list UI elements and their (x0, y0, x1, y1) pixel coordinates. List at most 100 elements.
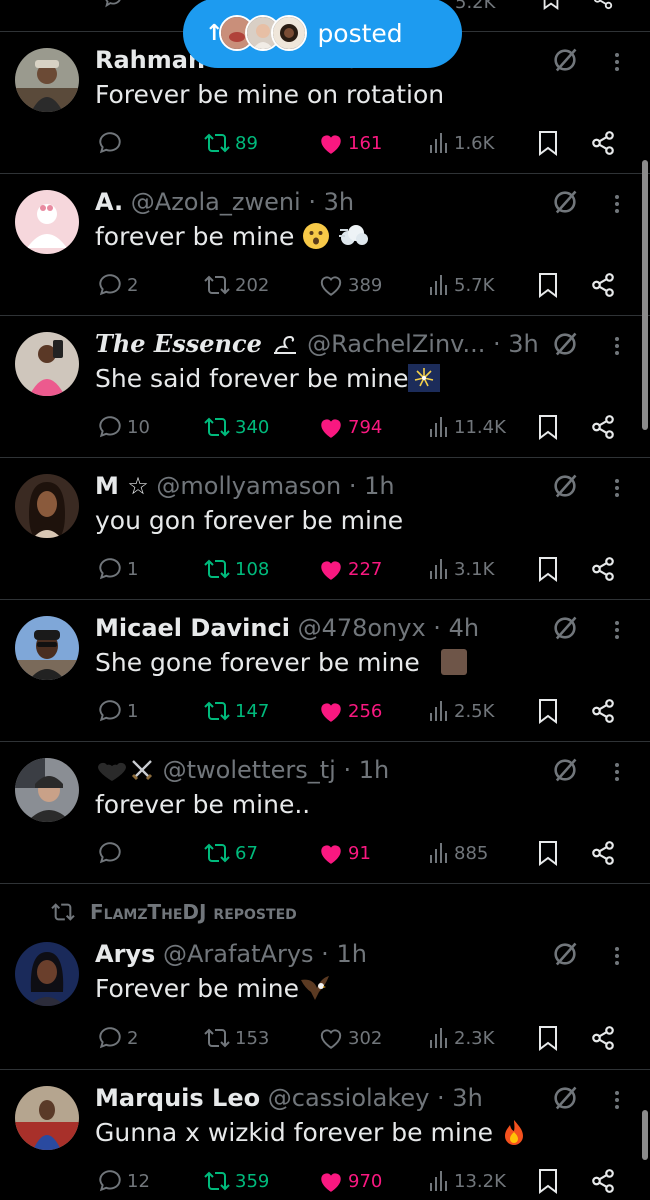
share-button[interactable] (590, 1166, 616, 1196)
reply-button[interactable]: 2 (97, 270, 138, 300)
reply-button[interactable]: 12 (97, 1166, 150, 1196)
views-button[interactable]: 2.3K (428, 1023, 494, 1053)
avatar[interactable] (15, 48, 79, 112)
repost-button[interactable]: 359 (203, 1166, 269, 1196)
avatar[interactable] (15, 942, 79, 1006)
share-button[interactable] (590, 128, 616, 158)
scrollbar-thumb[interactable] (642, 1110, 648, 1160)
like-button[interactable]: 91 (318, 838, 371, 868)
share-button[interactable] (590, 270, 616, 300)
post[interactable]: @twoletters_tj · 1h forever be mine.. 67… (0, 742, 650, 884)
views-button[interactable]: 3.1K (428, 554, 494, 584)
reply-button[interactable]: 1 (97, 554, 138, 584)
handle[interactable]: @mollyamason (156, 472, 341, 500)
more-options-icon[interactable] (605, 190, 629, 218)
timestamp[interactable]: 1h (336, 940, 366, 968)
more-options-icon[interactable] (605, 1086, 629, 1114)
bookmark-button[interactable] (537, 1166, 559, 1196)
timestamp[interactable]: 1h (364, 472, 394, 500)
reply-button[interactable]: 2 (97, 1023, 138, 1053)
repost-button[interactable]: 108 (203, 554, 269, 584)
bookmark-button[interactable] (537, 412, 559, 442)
like-button[interactable]: 302 (318, 1023, 382, 1053)
timestamp[interactable]: 3h (508, 330, 538, 358)
scrollbar-thumb[interactable] (642, 160, 648, 430)
timestamp[interactable]: 3h (324, 188, 354, 216)
repost-button[interactable]: 67 (203, 838, 258, 868)
avatar[interactable] (15, 332, 79, 396)
like-button[interactable]: 970 (318, 1166, 382, 1196)
social-context-repost[interactable]: FlamzTheDJ reposted (50, 899, 297, 925)
views-button[interactable]: 13.2K (428, 1166, 506, 1196)
bookmark-button[interactable] (537, 270, 559, 300)
like-button[interactable]: 161 (318, 128, 382, 158)
grok-icon[interactable] (551, 188, 579, 216)
share-button[interactable] (590, 696, 616, 726)
views-button[interactable]: 2.5K (428, 696, 494, 726)
bookmark-button[interactable] (537, 554, 559, 584)
more-options-icon[interactable] (605, 474, 629, 502)
views-button[interactable]: 885 (428, 838, 488, 868)
more-options-icon[interactable] (605, 48, 629, 76)
avatar[interactable] (15, 616, 79, 680)
display-name[interactable]: A. (95, 188, 123, 216)
bookmark-button[interactable] (537, 838, 559, 868)
grok-icon[interactable] (551, 614, 579, 642)
timestamp[interactable]: 3h (452, 1084, 482, 1112)
handle[interactable]: @Azola_zweni (131, 188, 301, 216)
views-button[interactable]: 1.6K (428, 128, 494, 158)
display-name[interactable]: Marquis Leo (95, 1084, 260, 1112)
post[interactable]: Marquis Leo @cassiolakey · 3h Gunna x wi… (0, 1070, 650, 1200)
share-button[interactable] (590, 1023, 616, 1053)
reply-button[interactable] (97, 128, 127, 158)
views-button[interactable]: 11.4K (428, 412, 506, 442)
like-button[interactable]: 389 (318, 270, 382, 300)
more-options-icon[interactable] (605, 942, 629, 970)
bookmark-button[interactable] (537, 128, 559, 158)
share-icon[interactable] (592, 0, 614, 10)
more-options-icon[interactable] (605, 616, 629, 644)
display-name[interactable]: Micael Davinci (95, 614, 290, 642)
handle[interactable]: @cassiolakey (268, 1084, 430, 1112)
display-name[interactable]: M ☆ (95, 472, 149, 500)
post[interactable]: The Essence @RachelZinv... · 3h She said… (0, 316, 650, 458)
grok-icon[interactable] (551, 756, 579, 784)
repost-button[interactable]: 340 (203, 412, 269, 442)
post[interactable]: Micael Davinci @478onyx · 4h She gone fo… (0, 600, 650, 742)
new-posts-pill[interactable]: ↑ posted (183, 0, 462, 68)
repost-button[interactable]: 202 (203, 270, 269, 300)
handle[interactable]: @twoletters_tj (163, 756, 336, 784)
handle[interactable]: @ArafatArys (163, 940, 314, 968)
like-button[interactable]: 256 (318, 696, 382, 726)
grok-icon[interactable] (551, 330, 579, 358)
avatar[interactable] (15, 474, 79, 538)
share-button[interactable] (590, 838, 616, 868)
bookmark-button[interactable] (537, 696, 559, 726)
grok-icon[interactable] (551, 46, 579, 74)
grok-icon[interactable] (551, 940, 579, 968)
post[interactable]: A. @Azola_zweni · 3h forever be mine 2 2… (0, 174, 650, 316)
avatar[interactable] (15, 190, 79, 254)
like-button[interactable]: 794 (318, 412, 382, 442)
grok-icon[interactable] (551, 472, 579, 500)
repost-button[interactable]: 153 (203, 1023, 269, 1053)
share-button[interactable] (590, 412, 616, 442)
display-name[interactable]: Arys (95, 940, 155, 968)
display-name[interactable]: The Essence (95, 329, 262, 358)
post[interactable]: FlamzTheDJ reposted Arys @ArafatArys · 1… (0, 884, 650, 1070)
repost-button[interactable]: 89 (203, 128, 258, 158)
grok-icon[interactable] (551, 1084, 579, 1112)
avatar[interactable] (15, 758, 79, 822)
reply-button[interactable]: 1 (97, 696, 138, 726)
share-button[interactable] (590, 554, 616, 584)
reply-button[interactable]: 10 (97, 412, 150, 442)
repost-button[interactable]: 147 (203, 696, 269, 726)
timestamp[interactable]: 1h (359, 756, 389, 784)
timestamp[interactable]: 4h (449, 614, 479, 642)
reply-icon[interactable] (103, 0, 125, 10)
avatar[interactable] (15, 1086, 79, 1150)
reply-button[interactable] (97, 838, 127, 868)
bookmark-icon[interactable] (540, 0, 562, 10)
more-options-icon[interactable] (605, 332, 629, 360)
views-button[interactable]: 5.7K (428, 270, 494, 300)
